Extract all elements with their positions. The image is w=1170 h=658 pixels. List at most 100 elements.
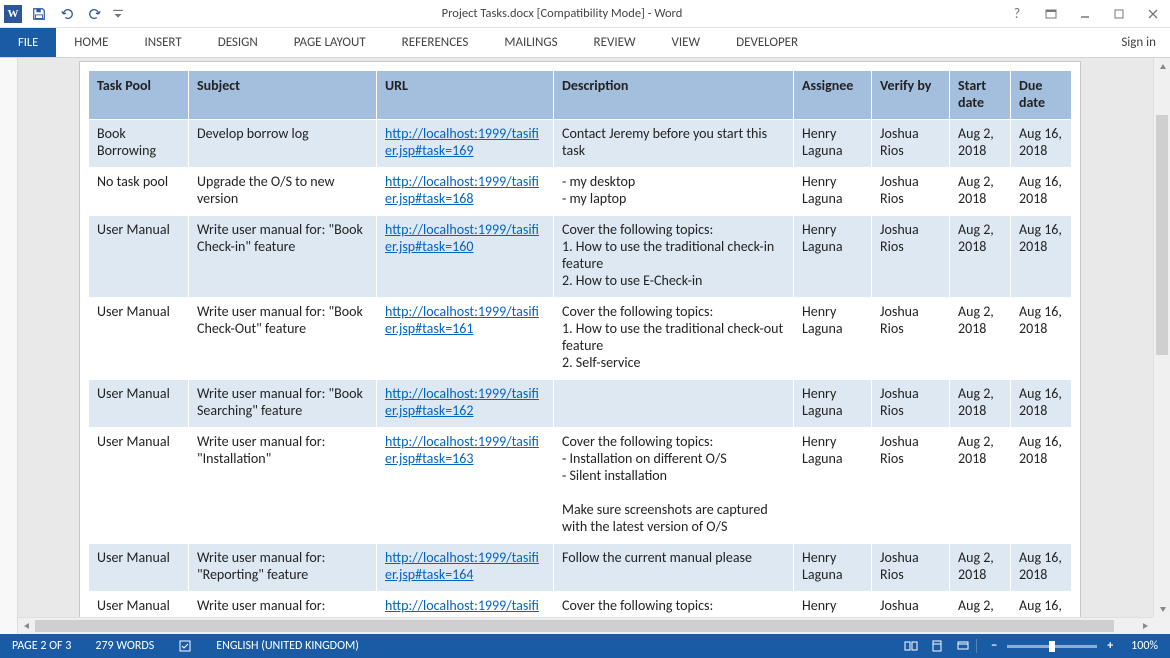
cell-assignee: Henry Laguna	[794, 216, 872, 298]
maximize-button[interactable]	[1102, 1, 1136, 27]
cell-assignee: Henry Laguna	[794, 544, 872, 592]
cell-description	[554, 380, 794, 428]
cell-verify-by: Joshua Rios	[872, 298, 950, 380]
help-button[interactable]: ?	[1000, 1, 1034, 27]
cell-assignee: Henry Laguna	[794, 168, 872, 216]
cell-due-date: Aug 16, 2018	[1011, 544, 1072, 592]
cell-start-date: Aug 2, 2018	[950, 120, 1011, 168]
cell-start-date: Aug 2, 2018	[950, 168, 1011, 216]
print-layout-button[interactable]	[924, 634, 950, 658]
zoom-out-button[interactable]: −	[987, 639, 1001, 653]
tab-page-layout[interactable]: PAGE LAYOUT	[276, 28, 384, 57]
task-link[interactable]: http://localhost:1999/tasifier.jsp#task=…	[385, 221, 539, 255]
table-row[interactable]: User ManualWrite user manual for: "Patro…	[89, 592, 1072, 618]
cell-subject: Upgrade the O/S to new version	[189, 168, 377, 216]
cell-verify-by: Joshua Rios	[872, 120, 950, 168]
web-layout-button[interactable]	[950, 634, 976, 658]
cell-start-date: Aug 2, 2018	[950, 544, 1011, 592]
task-link[interactable]: http://localhost:1999/tasifier.jsp#task=…	[385, 173, 539, 207]
horizontal-scrollbar[interactable]	[18, 617, 1153, 634]
cell-url: http://localhost:1999/tasifier.jsp#task=…	[377, 216, 554, 298]
tab-file[interactable]: FILE	[0, 28, 56, 57]
language-indicator[interactable]: ENGLISH (UNITED KINGDOM)	[204, 634, 371, 658]
hscroll-thumb[interactable]	[35, 620, 1114, 632]
word-count-indicator[interactable]: 279 WORDS	[83, 634, 166, 658]
cell-subject: Write user manual for: "Book Check-Out" …	[189, 298, 377, 380]
cell-description: Cover the following topics: 1. How to us…	[554, 216, 794, 298]
table-row[interactable]: User ManualWrite user manual for: "Repor…	[89, 544, 1072, 592]
zoom-in-button[interactable]: +	[1103, 639, 1117, 653]
tab-references[interactable]: REFERENCES	[384, 28, 487, 57]
tab-design[interactable]: DESIGN	[200, 28, 276, 57]
table-row[interactable]: User ManualWrite user manual for: "Insta…	[89, 428, 1072, 544]
task-link[interactable]: http://localhost:1999/tasifier.jsp#task=…	[385, 597, 539, 617]
redo-button[interactable]	[84, 3, 106, 25]
tab-developer[interactable]: DEVELOPER	[718, 28, 816, 57]
cell-due-date: Aug 16, 2018	[1011, 120, 1072, 168]
cell-url: http://localhost:1999/tasifier.jsp#task=…	[377, 120, 554, 168]
quick-access-toolbar	[0, 3, 124, 25]
table-row[interactable]: User ManualWrite user manual for: "Book …	[89, 298, 1072, 380]
task-link[interactable]: http://localhost:1999/tasifier.jsp#task=…	[385, 549, 539, 583]
scroll-thumb[interactable]	[1156, 115, 1168, 355]
scroll-left-button[interactable]	[18, 618, 35, 635]
status-bar: PAGE 2 OF 3 279 WORDS ENGLISH (UNITED KI…	[0, 634, 1170, 658]
cell-task-pool: Book Borrowing	[89, 120, 189, 168]
tab-mailings[interactable]: MAILINGS	[486, 28, 575, 57]
cell-assignee: Henry Laguna	[794, 380, 872, 428]
table-row[interactable]: No task poolUpgrade the O/S to new versi…	[89, 168, 1072, 216]
cell-start-date: Aug 2, 2018	[950, 298, 1011, 380]
col-description: Description	[554, 71, 794, 120]
table-row[interactable]: User ManualWrite user manual for: "Book …	[89, 216, 1072, 298]
scroll-up-button[interactable]	[1154, 58, 1170, 75]
task-link[interactable]: http://localhost:1999/tasifier.jsp#task=…	[385, 125, 539, 159]
cell-assignee: Henry Laguna	[794, 592, 872, 618]
minimize-button[interactable]	[1068, 1, 1102, 27]
qat-customize-button[interactable]	[112, 3, 124, 25]
cell-due-date: Aug 16, 2018	[1011, 168, 1072, 216]
cell-task-pool: User Manual	[89, 592, 189, 618]
table-row[interactable]: Book BorrowingDevelop borrow loghttp://l…	[89, 120, 1072, 168]
tab-view[interactable]: VIEW	[654, 28, 719, 57]
task-link[interactable]: http://localhost:1999/tasifier.jsp#task=…	[385, 433, 539, 467]
cell-task-pool: User Manual	[89, 544, 189, 592]
cell-verify-by: Joshua Rios	[872, 428, 950, 544]
tab-insert[interactable]: INSERT	[126, 28, 199, 57]
tab-review[interactable]: REVIEW	[576, 28, 654, 57]
cell-description: Cover the following topics: 1. How to us…	[554, 298, 794, 380]
tab-home[interactable]: HOME	[56, 28, 126, 57]
document-workspace: Task Pool Subject URL Description Assign…	[0, 58, 1170, 634]
ribbon-display-options-button[interactable]	[1034, 1, 1068, 27]
read-mode-button[interactable]	[898, 634, 924, 658]
scroll-track[interactable]	[1154, 75, 1170, 600]
cell-task-pool: User Manual	[89, 216, 189, 298]
cell-verify-by: Joshua Rios	[872, 168, 950, 216]
sign-in-button[interactable]: Sign in	[1121, 28, 1170, 57]
col-verify-by: Verify by	[872, 71, 950, 120]
scroll-right-button[interactable]	[1136, 618, 1153, 635]
zoom-slider[interactable]	[1007, 645, 1097, 648]
cell-start-date: Aug 2, 2018	[950, 380, 1011, 428]
scroll-down-button[interactable]	[1154, 600, 1170, 617]
task-link[interactable]: http://localhost:1999/tasifier.jsp#task=…	[385, 303, 539, 337]
hscroll-track[interactable]	[35, 618, 1136, 634]
vertical-scrollbar[interactable]	[1153, 58, 1170, 617]
col-task-pool: Task Pool	[89, 71, 189, 120]
page-number-indicator[interactable]: PAGE 2 OF 3	[0, 634, 83, 658]
task-link[interactable]: http://localhost:1999/tasifier.jsp#task=…	[385, 385, 539, 419]
proofing-indicator[interactable]	[166, 634, 204, 658]
col-due-date: Due date	[1011, 71, 1072, 120]
table-row[interactable]: User ManualWrite user manual for: "Book …	[89, 380, 1072, 428]
document-viewport[interactable]: Task Pool Subject URL Description Assign…	[18, 58, 1153, 617]
zoom-level-indicator[interactable]: 100%	[1127, 634, 1170, 658]
cell-assignee: Henry Laguna	[794, 298, 872, 380]
titlebar: Project Tasks.docx [Compatibility Mode] …	[0, 0, 1170, 28]
close-button[interactable]	[1136, 1, 1170, 27]
cell-assignee: Henry Laguna	[794, 428, 872, 544]
cell-task-pool: No task pool	[89, 168, 189, 216]
zoom-slider-thumb[interactable]	[1049, 641, 1055, 652]
cell-url: http://localhost:1999/tasifier.jsp#task=…	[377, 298, 554, 380]
undo-button[interactable]	[56, 3, 78, 25]
window-title: Project Tasks.docx [Compatibility Mode] …	[124, 6, 1000, 21]
save-button[interactable]	[28, 3, 50, 25]
